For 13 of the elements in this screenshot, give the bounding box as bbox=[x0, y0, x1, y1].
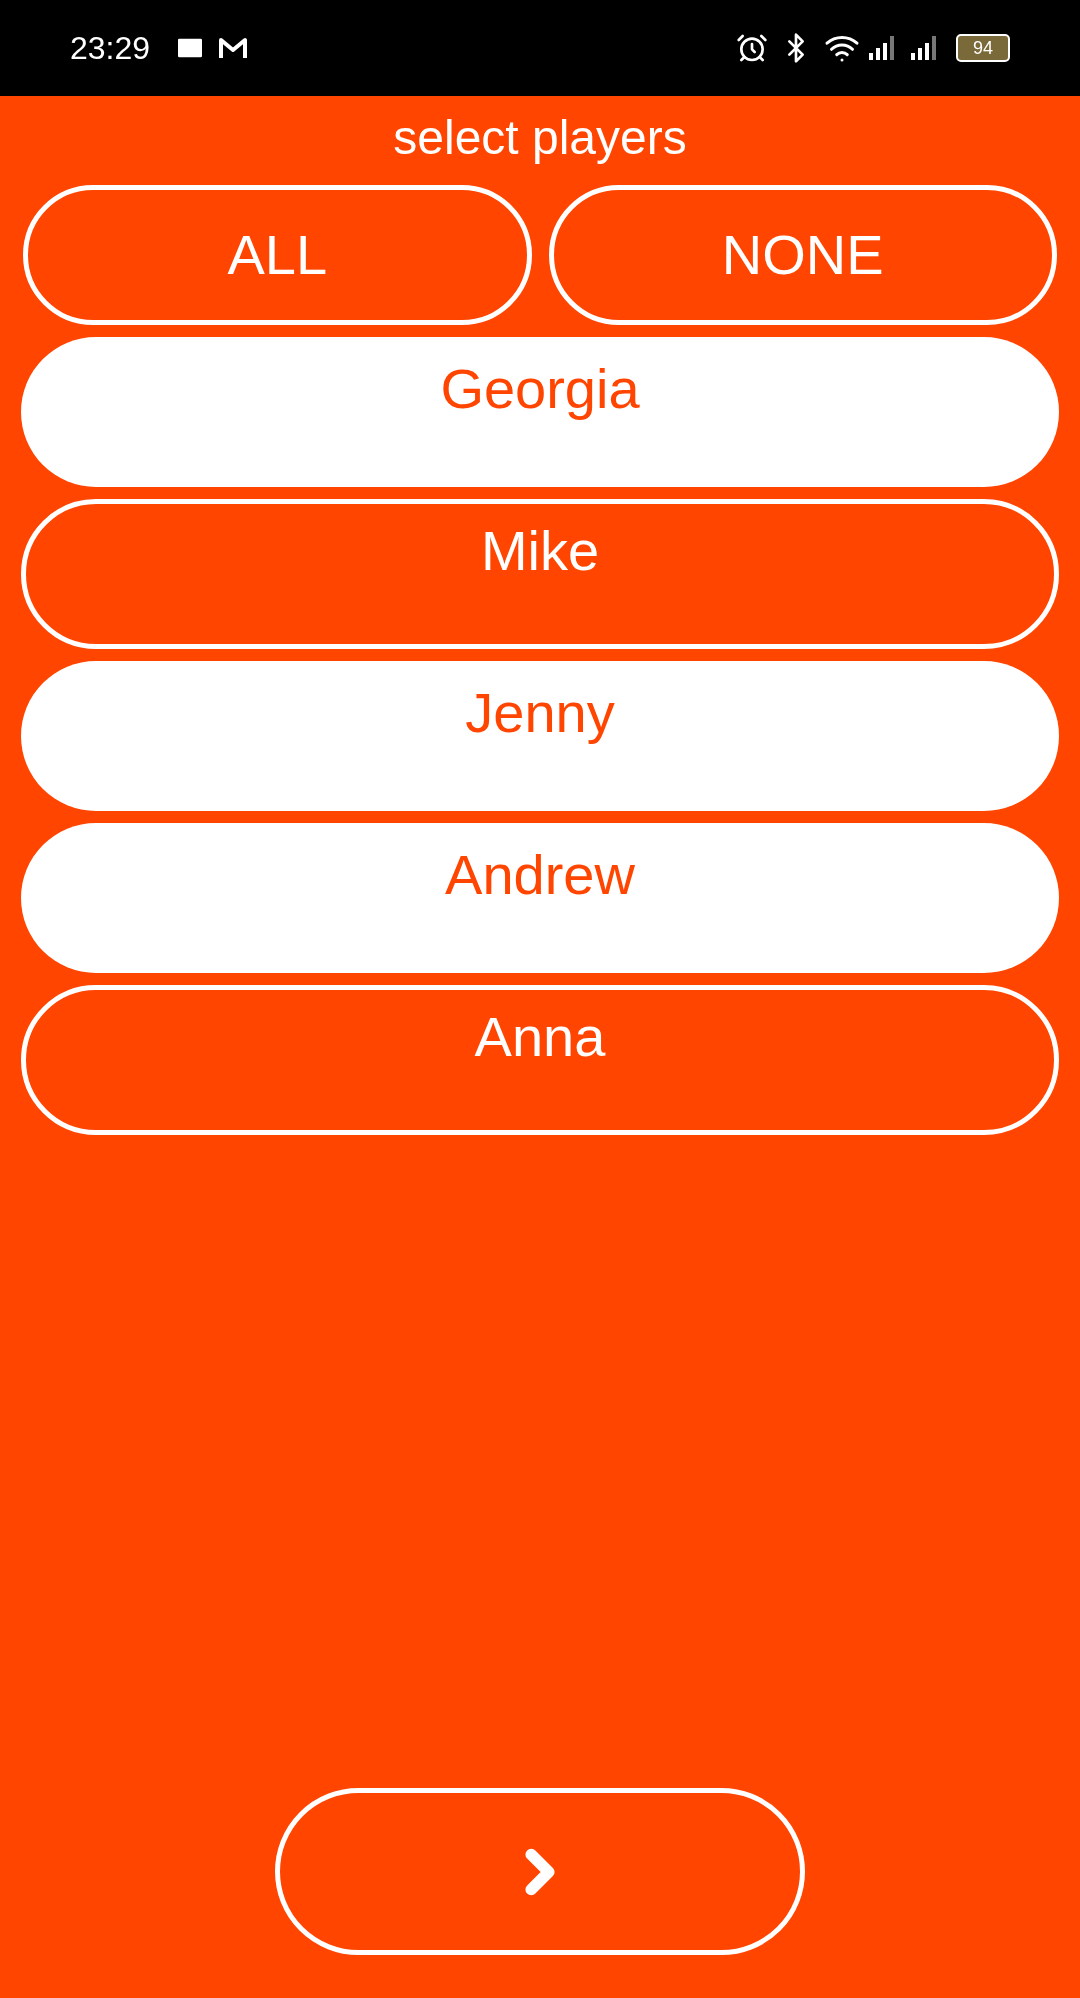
player-toggle[interactable]: Georgia bbox=[21, 337, 1059, 487]
gmail-icon bbox=[218, 36, 249, 60]
player-toggle[interactable]: Andrew bbox=[21, 823, 1059, 973]
screen-title: select players bbox=[393, 110, 687, 166]
select-all-button[interactable]: ALL bbox=[23, 185, 532, 325]
clock-time: 23:29 bbox=[70, 29, 151, 68]
next-button[interactable] bbox=[275, 1788, 805, 1955]
player-toggle[interactable]: Anna bbox=[21, 985, 1059, 1135]
alarm-icon bbox=[736, 32, 768, 64]
select-none-button[interactable]: NONE bbox=[548, 185, 1057, 325]
battery-icon: 94 bbox=[956, 34, 1010, 62]
player-toggle[interactable]: Jenny bbox=[21, 661, 1059, 811]
player-toggle[interactable]: Mike bbox=[21, 499, 1059, 649]
